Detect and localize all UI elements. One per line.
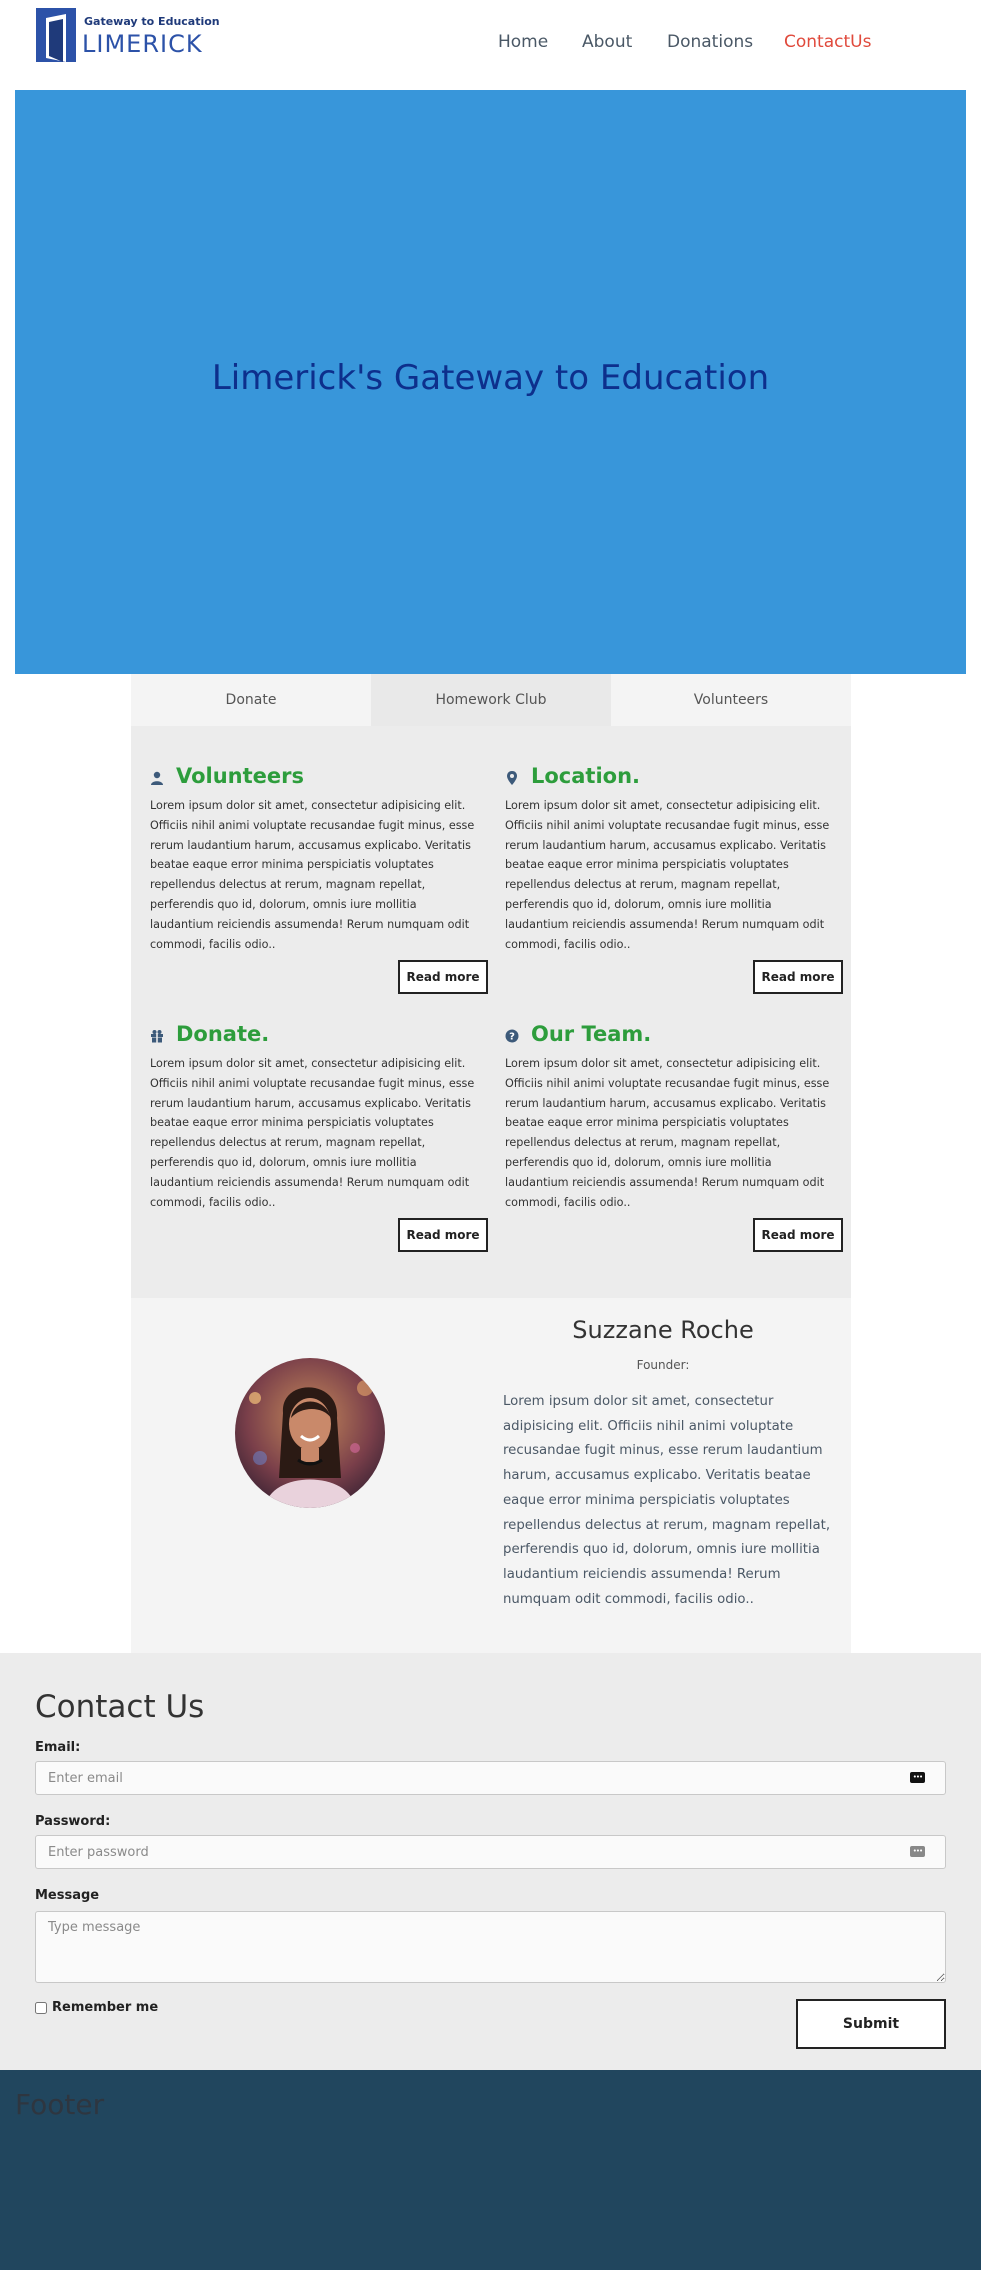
- remember-label: Remember me: [52, 2000, 159, 2015]
- founder-avatar: [235, 1358, 385, 1508]
- site-header: Gateway to Education LIMERICK Home About…: [0, 0, 981, 90]
- logo-tagline: Gateway to Education: [84, 15, 220, 28]
- password-label: Password:: [35, 1814, 111, 1829]
- card-body: Lorem ipsum dolor sit amet, consectetur …: [150, 799, 475, 951]
- tab-homework-club[interactable]: Homework Club: [371, 674, 611, 726]
- card-location: Location. Lorem ipsum dolor sit amet, co…: [505, 764, 843, 994]
- card-header: Volunteers: [150, 764, 478, 792]
- remember-checkbox[interactable]: [35, 2002, 47, 2014]
- submit-button[interactable]: Submit: [796, 1999, 946, 2049]
- card-body: Lorem ipsum dolor sit amet, consectetur …: [505, 1057, 830, 1209]
- tab-bar: Donate Homework Club Volunteers: [131, 674, 851, 726]
- message-field[interactable]: [35, 1911, 946, 1983]
- nav-donations[interactable]: Donations: [667, 32, 753, 52]
- read-more-button[interactable]: Read more: [398, 960, 488, 994]
- card-body: Lorem ipsum dolor sit amet, consectetur …: [505, 799, 830, 951]
- founder-role: Founder:: [636, 1358, 690, 1372]
- door-logo-icon: [36, 8, 76, 62]
- hero-title: Limerick's Gateway to Education: [211, 358, 770, 398]
- user-icon: [151, 771, 163, 785]
- svg-text:?: ?: [509, 1032, 515, 1043]
- read-more-button[interactable]: Read more: [753, 1218, 843, 1252]
- tab-volunteers[interactable]: Volunteers: [611, 674, 851, 726]
- card-header: ? Our Team.: [505, 1022, 833, 1050]
- nav-home[interactable]: Home: [498, 32, 548, 52]
- question-circle-icon: ?: [505, 1029, 519, 1043]
- hero-banner: Limerick's Gateway to Education: [15, 90, 966, 674]
- card-header: Donate.: [150, 1022, 478, 1050]
- tab-donate[interactable]: Donate: [131, 674, 371, 726]
- founder-photo: [235, 1358, 385, 1508]
- message-label: Message: [35, 1888, 100, 1903]
- card-body: Lorem ipsum dolor sit amet, consectetur …: [150, 1057, 475, 1209]
- card-title: Our Team.: [531, 1022, 652, 1046]
- footer-text: Footer: [15, 2088, 105, 2121]
- founder-bio: Lorem ipsum dolor sit amet, consectetur …: [503, 1394, 831, 1607]
- contact-title: Contact Us: [35, 1689, 205, 1725]
- gift-icon: [151, 1030, 163, 1043]
- password-field[interactable]: [35, 1835, 946, 1869]
- card-title: Donate.: [176, 1022, 270, 1046]
- card-title: Volunteers: [176, 764, 305, 788]
- map-marker-icon: [507, 771, 517, 785]
- founder-name: Suzzane Roche: [572, 1316, 754, 1344]
- password-manager-icon[interactable]: •••: [910, 1846, 925, 1857]
- site-logo[interactable]: Gateway to Education LIMERICK: [36, 8, 220, 64]
- card-donate: Donate. Lorem ipsum dolor sit amet, cons…: [150, 1022, 488, 1252]
- email-field[interactable]: [35, 1761, 946, 1795]
- password-manager-icon[interactable]: •••: [910, 1772, 925, 1783]
- card-header: Location.: [505, 764, 833, 792]
- contact-section: Contact Us Email: ••• Password: ••• Mess…: [0, 1653, 981, 2070]
- read-more-button[interactable]: Read more: [398, 1218, 488, 1252]
- email-label: Email:: [35, 1740, 81, 1755]
- nav-about[interactable]: About: [582, 32, 632, 52]
- read-more-button[interactable]: Read more: [753, 960, 843, 994]
- card-title: Location.: [531, 764, 641, 788]
- card-our-team: ? Our Team. Lorem ipsum dolor sit amet, …: [505, 1022, 843, 1252]
- founder-profile: Suzzane Roche Founder: Lorem ipsum dolor…: [131, 1298, 851, 1653]
- info-cards: Volunteers Lorem ipsum dolor sit amet, c…: [131, 726, 851, 1298]
- logo-wordmark: LIMERICK: [82, 30, 203, 58]
- card-volunteers: Volunteers Lorem ipsum dolor sit amet, c…: [150, 764, 488, 994]
- nav-contactus[interactable]: ContactUs: [784, 32, 871, 52]
- site-footer: Footer: [0, 2070, 981, 2270]
